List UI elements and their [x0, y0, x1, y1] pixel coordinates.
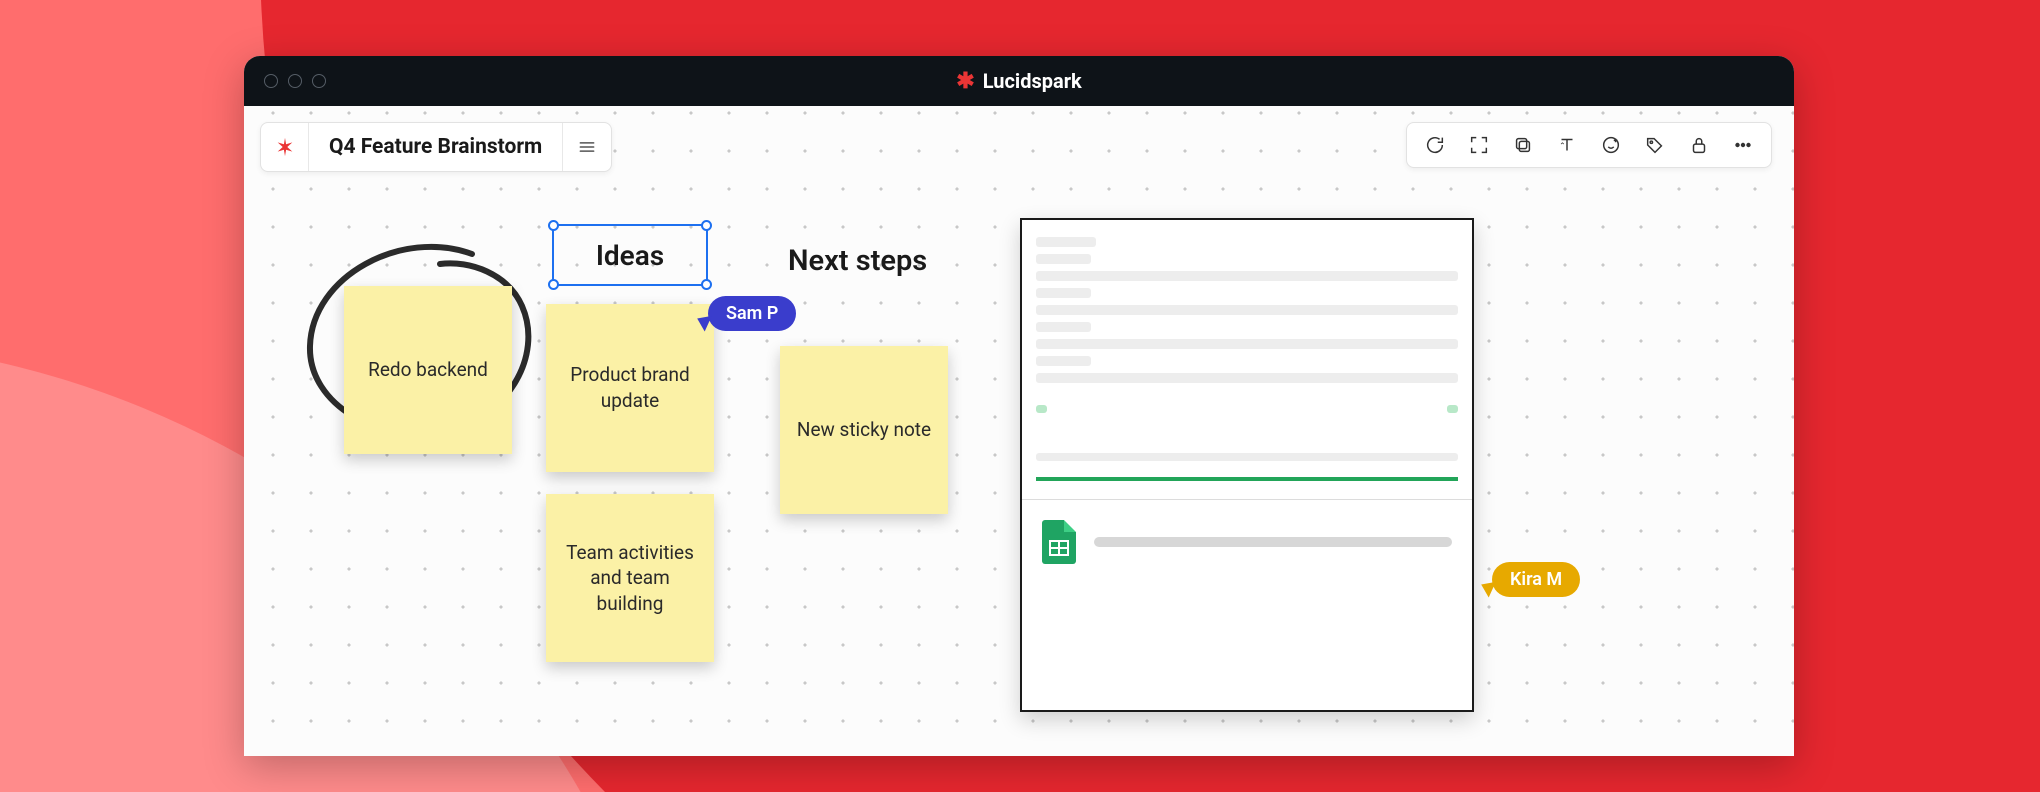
expand-button[interactable]	[1459, 125, 1499, 165]
embedded-sheet[interactable]	[1020, 218, 1474, 712]
lucidspark-logo-icon: ✱	[956, 69, 974, 94]
sheet-filename-placeholder	[1094, 537, 1452, 547]
titlebar-title: ✱ Lucidspark	[956, 69, 1081, 94]
hamburger-menu-button[interactable]	[563, 123, 611, 171]
page-background: ✱ Lucidspark Q4 Feature Brainstorm	[0, 0, 2040, 792]
lock-button[interactable]	[1679, 125, 1719, 165]
toolbar	[1406, 122, 1772, 168]
sheet-highlight	[1036, 477, 1458, 481]
sheet-row	[1036, 322, 1091, 332]
canvas-heading-next-steps[interactable]: Next steps	[788, 244, 927, 278]
emoji-button[interactable]	[1591, 125, 1631, 165]
app-name: Lucidspark	[983, 69, 1082, 93]
canvas[interactable]: Q4 Feature Brainstorm	[244, 106, 1794, 756]
sheet-footer	[1022, 499, 1472, 584]
collaborator-cursor-sam: Sam P	[700, 296, 796, 331]
document-header: Q4 Feature Brainstorm	[260, 122, 612, 172]
app-logo-button[interactable]	[261, 123, 309, 171]
collaborator-cursor-kira: Kira M	[1484, 562, 1580, 597]
google-sheets-icon	[1042, 520, 1076, 564]
more-button[interactable]	[1723, 125, 1763, 165]
sheet-row	[1036, 305, 1458, 315]
window-close-icon[interactable]	[264, 74, 278, 88]
titlebar: ✱ Lucidspark	[244, 56, 1794, 106]
sticky-text: Redo backend	[368, 357, 488, 383]
sheet-row	[1036, 288, 1091, 298]
sheet-row	[1036, 356, 1091, 366]
sheet-row	[1036, 237, 1096, 247]
sticky-text: Product brand update	[562, 362, 698, 413]
resize-handle[interactable]	[548, 279, 559, 290]
resize-handle[interactable]	[701, 279, 712, 290]
collaborator-name: Kira M	[1492, 562, 1580, 597]
selected-text-box[interactable]: Ideas	[552, 224, 708, 286]
sheet-preview	[1022, 220, 1472, 499]
sticky-note[interactable]: Team activities and team building	[546, 494, 714, 662]
sticky-text: New sticky note	[797, 417, 931, 443]
sheet-row	[1036, 373, 1458, 383]
sheet-row	[1036, 339, 1458, 349]
text-box-content: Ideas	[596, 239, 664, 272]
window-controls	[264, 74, 326, 88]
tag-button[interactable]	[1635, 125, 1675, 165]
refresh-button[interactable]	[1415, 125, 1455, 165]
window-maximize-icon[interactable]	[312, 74, 326, 88]
sheet-row	[1036, 453, 1458, 461]
resize-handle[interactable]	[548, 220, 559, 231]
sticky-note[interactable]: Product brand update	[546, 304, 714, 472]
window-minimize-icon[interactable]	[288, 74, 302, 88]
text-tool-button[interactable]	[1547, 125, 1587, 165]
copy-button[interactable]	[1503, 125, 1543, 165]
sheet-row	[1036, 405, 1458, 413]
collaborator-name: Sam P	[708, 296, 796, 331]
sticky-note[interactable]: New sticky note	[780, 346, 948, 514]
resize-handle[interactable]	[701, 220, 712, 231]
sticky-note[interactable]: Redo backend	[344, 286, 512, 454]
sheet-row	[1036, 271, 1458, 281]
document-title[interactable]: Q4 Feature Brainstorm	[309, 123, 563, 171]
app-window: ✱ Lucidspark Q4 Feature Brainstorm	[244, 56, 1794, 756]
sticky-text: Team activities and team building	[562, 540, 698, 617]
sheet-row	[1036, 254, 1091, 264]
